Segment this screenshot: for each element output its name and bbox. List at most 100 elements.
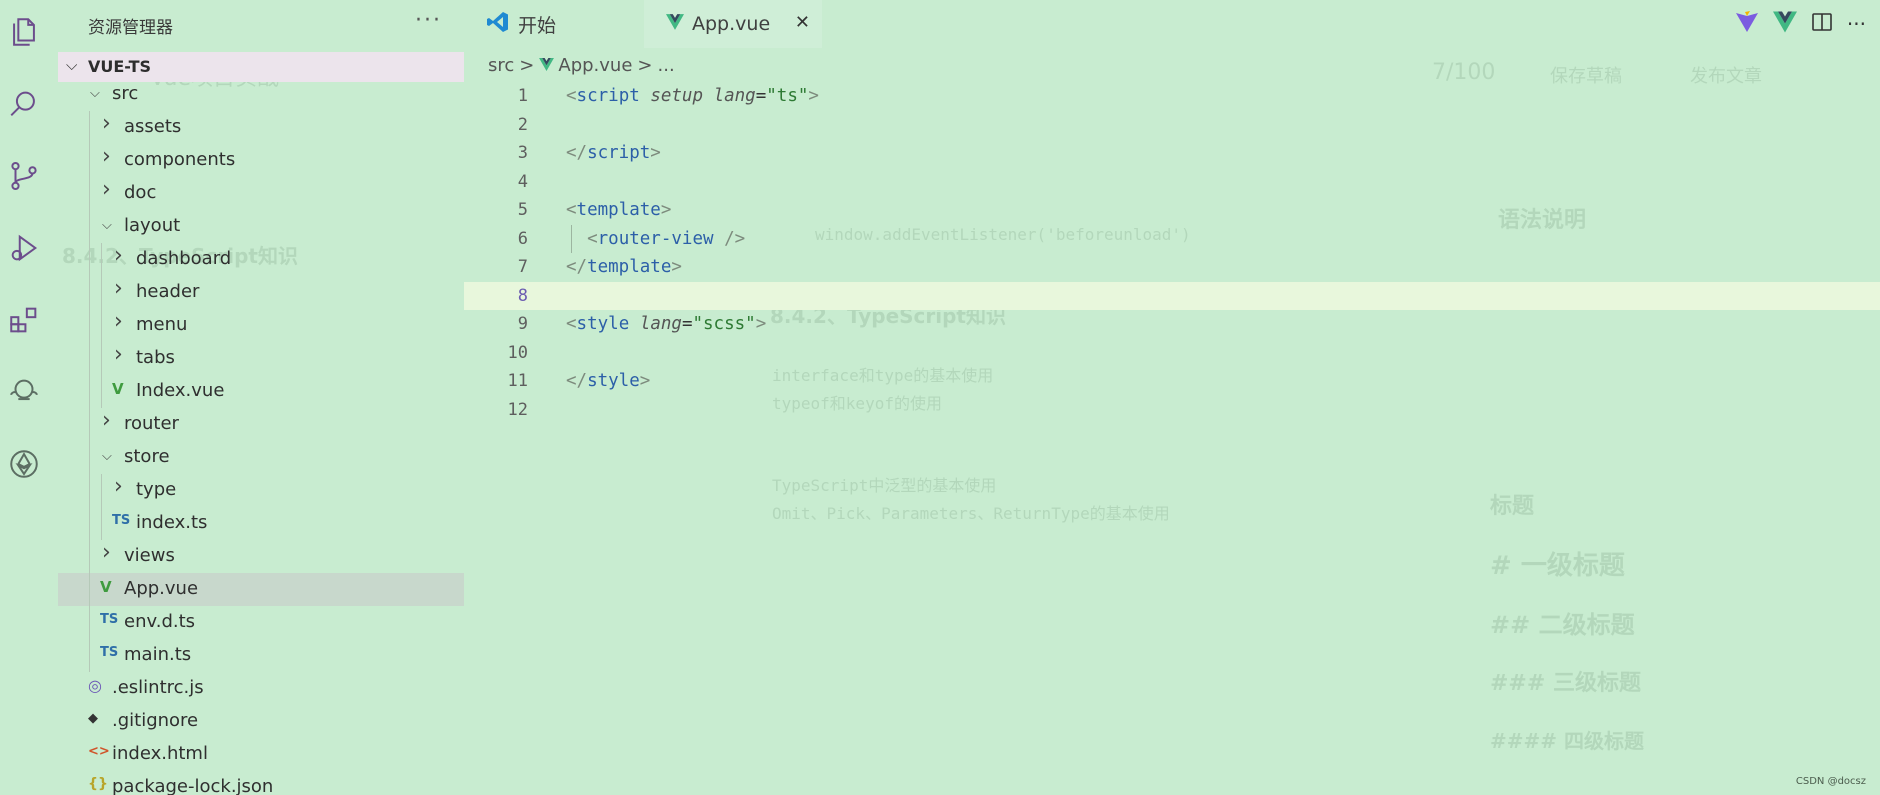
search-icon[interactable] <box>0 80 48 128</box>
vue-file-icon: V <box>100 578 112 596</box>
typescript-file-icon: TS <box>100 645 119 660</box>
tree-file[interactable]: {} package-lock.json <box>58 771 464 795</box>
tree-item-label: .eslintrc.js <box>112 677 204 698</box>
editor-actions: ··· <box>1735 10 1880 38</box>
ethereum-icon[interactable] <box>0 440 48 488</box>
tree-file[interactable]: V Index.vue <box>58 375 464 408</box>
line-content: <template> <box>566 200 672 220</box>
tree-item-label: doc <box>124 182 157 203</box>
tree-folder[interactable]: › assets <box>58 111 464 144</box>
tree-folder[interactable]: ⌵ store <box>58 441 464 474</box>
tree-file[interactable]: <> index.html <box>58 738 464 771</box>
extensions-icon[interactable] <box>0 296 48 344</box>
ghost-h1: # 一级标题 <box>1490 551 1625 581</box>
split-editor-icon[interactable] <box>1811 12 1833 36</box>
typescript-file-icon: TS <box>112 513 131 528</box>
vscode-window: Vue项目实战 7/100 保存草稿 发布文章 8.4.2、TypeScript… <box>0 0 1880 795</box>
code-line: 3 </script> <box>464 139 1880 168</box>
tree-item-label: Index.vue <box>136 380 225 401</box>
typescript-file-icon: TS <box>100 612 119 627</box>
line-number: 9 <box>517 314 528 334</box>
tree-item-label: dashboard <box>136 248 232 269</box>
tree-folder[interactable]: › header <box>58 276 464 309</box>
breadcrumb-separator: > <box>519 55 535 76</box>
explorer-header: 资源管理器 ··· <box>58 0 464 48</box>
line-number: 10 <box>507 342 528 363</box>
vue-file-icon: V <box>112 380 124 398</box>
breadcrumb-item[interactable]: ... <box>658 55 675 76</box>
close-icon[interactable]: ✕ <box>795 12 810 33</box>
breadcrumb: src > App.vue >... <box>488 55 680 76</box>
vue-devtools-icon[interactable] <box>1772 11 1797 37</box>
tree-item-label: main.ts <box>124 644 192 665</box>
tab-app-vue[interactable]: App.vue ✕ <box>644 0 822 48</box>
line-number: 6 <box>517 228 528 249</box>
chevron-down-icon: ⌵ <box>102 449 112 464</box>
code-editor[interactable]: 1 <script setup lang="ts"> 2 3 </script>… <box>464 82 1880 424</box>
line-content: <style lang="scss"> <box>566 314 767 334</box>
code-line: 1 <script setup lang="ts"> <box>464 82 1880 111</box>
tree-folder[interactable]: › components <box>58 144 464 177</box>
tree-item-label: App.vue <box>124 578 199 599</box>
tree-file[interactable]: TS index.ts <box>58 507 464 540</box>
tree-item-label: components <box>124 149 236 170</box>
tree-item-label: .gitignore <box>112 710 199 731</box>
editor-tab-bar: 开始 App.vue ✕ ··· <box>464 0 1880 48</box>
vite-icon[interactable] <box>1735 11 1759 37</box>
tree-item-label: package-lock.json <box>112 776 274 795</box>
code-line: 5 <template> <box>464 196 1880 225</box>
activity-bar <box>0 0 48 795</box>
source-control-icon[interactable] <box>0 152 48 200</box>
explorer-icon[interactable] <box>0 8 48 56</box>
tree-item-label: type <box>136 479 177 500</box>
tree-folder[interactable]: › doc <box>58 177 464 210</box>
indent-guide <box>89 111 90 672</box>
chevron-right-icon: › <box>102 540 111 565</box>
line-number: 2 <box>517 114 528 135</box>
chevron-right-icon: › <box>114 243 123 268</box>
vscode-logo-icon <box>486 10 510 39</box>
breadcrumb-item[interactable]: App.vue <box>558 55 632 76</box>
more-editor-actions-icon[interactable]: ··· <box>1847 12 1866 36</box>
tree-folder[interactable]: › dashboard <box>58 243 464 276</box>
file-tree: ⌵ src › assets › components › doc ⌵ layout › dashbo… <box>58 78 464 795</box>
tab-start[interactable]: 开始 <box>474 0 649 48</box>
line-number: 11 <box>507 371 528 391</box>
tree-file[interactable]: TS env.d.ts <box>58 606 464 639</box>
code-line: 11 </style> <box>464 367 1880 396</box>
tree-file[interactable]: V App.vue <box>58 573 464 606</box>
code-line: 6 <router-view /> <box>464 224 1880 254</box>
line-number: 5 <box>517 200 528 220</box>
tree-folder[interactable]: › router <box>58 408 464 441</box>
ghost-code-4: TypeScript中泛型的基本使用 <box>772 476 997 495</box>
tree-file[interactable]: ◎ .eslintrc.js <box>58 672 464 705</box>
tree-file[interactable]: ◆ .gitignore <box>58 705 464 738</box>
tree-folder[interactable]: › menu <box>58 309 464 342</box>
tree-folder[interactable]: › type <box>58 474 464 507</box>
vue-file-icon <box>666 13 684 35</box>
tree-item-label: header <box>136 281 200 302</box>
tree-folder[interactable]: ⌵ layout <box>58 210 464 243</box>
line-number: 3 <box>517 143 528 163</box>
ghost-h3: ### 三级标题 <box>1490 671 1641 696</box>
line-number: 7 <box>517 257 528 277</box>
html-file-icon: <> <box>88 744 110 759</box>
tree-folder[interactable]: › tabs <box>58 342 464 375</box>
tree-folder[interactable]: › views <box>58 540 464 573</box>
run-debug-icon[interactable] <box>0 224 48 272</box>
tree-file[interactable]: TS main.ts <box>58 639 464 672</box>
code-line-active: 8 <box>464 281 1880 310</box>
breadcrumb-item[interactable]: src <box>488 55 514 76</box>
tree-folder[interactable]: ⌵ src <box>58 78 464 111</box>
line-content: </script> <box>566 143 661 163</box>
workspace-root-label: VUE-TS <box>88 57 152 76</box>
code-line: 2 <box>464 111 1880 140</box>
chevron-right-icon: › <box>114 474 123 499</box>
remote-explorer-icon[interactable] <box>0 368 48 416</box>
chevron-right-icon: › <box>102 408 111 433</box>
chevron-right-icon: › <box>114 342 123 367</box>
chevron-right-icon: › <box>102 177 111 202</box>
more-actions-button[interactable]: ··· <box>415 8 442 33</box>
chevron-down-icon: ⌵ <box>102 218 112 233</box>
indent-guide <box>101 474 102 540</box>
